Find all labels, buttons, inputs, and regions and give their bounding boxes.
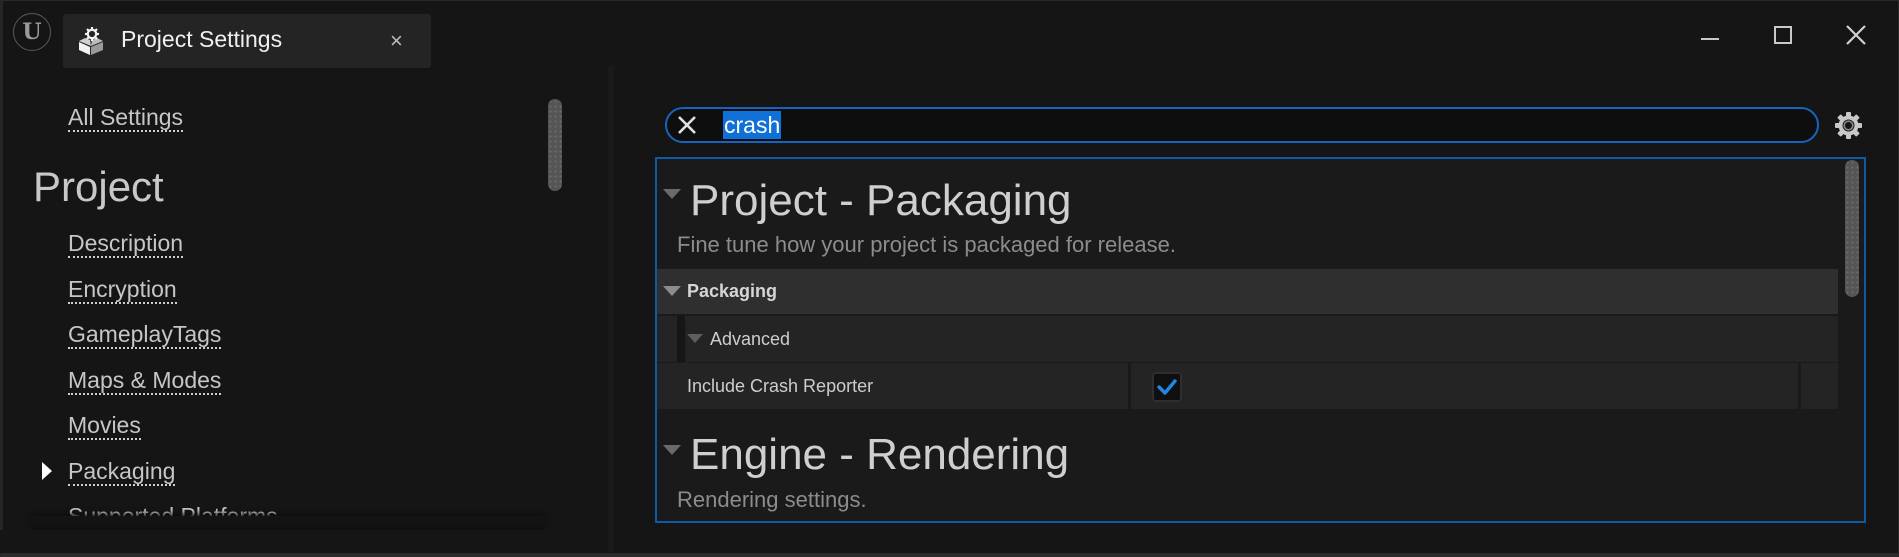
sidebar-item-packaging[interactable]: Packaging xyxy=(68,458,176,486)
search-clear-button[interactable] xyxy=(672,110,702,140)
indent-bar xyxy=(677,316,686,362)
sidebar-item-maps-modes[interactable]: Maps & Modes xyxy=(68,367,222,395)
category-title: Project - Packaging xyxy=(690,176,1072,225)
sidebar-footer xyxy=(0,530,610,553)
gear-icon[interactable] xyxy=(1834,111,1863,140)
minimize-button[interactable] xyxy=(1692,20,1728,50)
section-row-packaging[interactable]: Packaging xyxy=(657,269,1838,314)
details-scrollbar[interactable] xyxy=(1845,160,1859,297)
sidebar-section-project: Project xyxy=(33,163,164,210)
search-input[interactable] xyxy=(665,107,1819,143)
maximize-icon xyxy=(1774,26,1792,44)
category-description: Fine tune how your project is packaged f… xyxy=(677,232,1176,257)
sidebar-item-movies[interactable]: Movies xyxy=(68,412,141,440)
sidebar-scroll-fade xyxy=(32,516,544,530)
subsection-label: Advanced xyxy=(710,329,791,349)
category-description: Rendering settings. xyxy=(677,487,867,512)
tab-close-button[interactable]: × xyxy=(390,26,403,56)
column-divider xyxy=(1798,363,1801,409)
category-title: Engine - Rendering xyxy=(690,430,1070,479)
collapse-arrow-icon[interactable] xyxy=(663,286,681,296)
maximize-button[interactable] xyxy=(1765,20,1801,50)
close-icon xyxy=(678,116,696,134)
unreal-logo-icon: U xyxy=(13,13,51,51)
settings-details-panel: Project - Packaging Fine tune how your p… xyxy=(655,157,1866,523)
sidebar-scrollbar[interactable] xyxy=(548,99,562,191)
property-label: Include Crash Reporter xyxy=(687,376,874,396)
include-crash-reporter-checkbox[interactable] xyxy=(1152,372,1182,402)
sidebar-item-encryption[interactable]: Encryption xyxy=(68,276,177,304)
collapse-arrow-icon[interactable] xyxy=(663,445,681,455)
section-label: Packaging xyxy=(687,281,778,301)
expand-arrow-icon[interactable] xyxy=(42,462,52,480)
minimize-icon xyxy=(1701,38,1719,40)
collapse-arrow-icon[interactable] xyxy=(663,189,681,199)
search-query-text[interactable]: crash xyxy=(723,111,782,139)
panel-splitter[interactable] xyxy=(608,66,614,552)
close-icon xyxy=(1846,25,1866,45)
project-settings-icon xyxy=(79,27,103,55)
tab-title: Project Settings xyxy=(121,26,283,52)
column-divider[interactable] xyxy=(1128,363,1131,409)
collapse-arrow-icon[interactable] xyxy=(687,334,703,343)
sidebar-item-description[interactable]: Description xyxy=(68,230,184,258)
property-row-include-crash-reporter: Include Crash Reporter xyxy=(657,363,1838,409)
sidebar-item-all-settings[interactable]: All Settings xyxy=(68,104,184,132)
subsection-row-advanced[interactable]: Advanced xyxy=(657,316,1838,362)
sidebar-item-gameplaytags[interactable]: GameplayTags xyxy=(68,321,222,349)
close-window-button[interactable] xyxy=(1838,20,1874,50)
checkmark-icon xyxy=(1157,379,1177,395)
